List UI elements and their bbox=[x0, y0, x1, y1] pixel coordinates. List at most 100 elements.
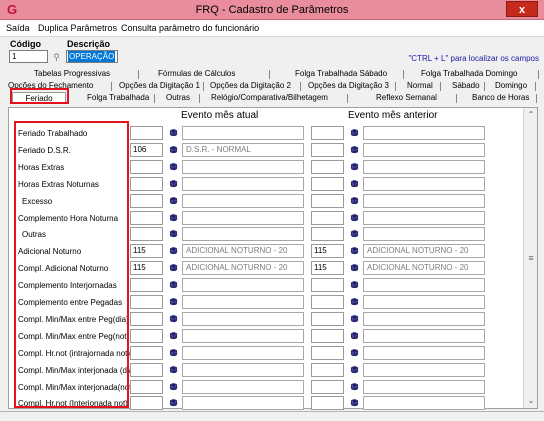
tab-opcoes-digitacao-1[interactable]: Opções da Digitação 1 bbox=[119, 80, 200, 92]
binoculars-icon[interactable]: ⛃ bbox=[349, 313, 360, 325]
previous-event-code[interactable] bbox=[311, 396, 344, 410]
tab-divider bbox=[395, 82, 396, 91]
close-button[interactable]: x bbox=[506, 1, 538, 17]
previous-event-code[interactable] bbox=[311, 126, 344, 140]
tab-folga-sabado[interactable]: Folga Trabalhada Sábado bbox=[295, 68, 387, 80]
previous-event-code[interactable]: 115 bbox=[311, 244, 344, 258]
binoculars-icon[interactable]: ⛃ bbox=[349, 330, 360, 342]
binoculars-icon[interactable]: ⛃ bbox=[349, 144, 360, 156]
binoculars-icon[interactable]: ⛃ bbox=[349, 347, 360, 359]
binoculars-icon[interactable]: ⛃ bbox=[349, 397, 360, 409]
scroll-grip-icon[interactable]: ≡ bbox=[525, 248, 537, 268]
tab-folga-trabalhada[interactable]: Folga Trabalhada bbox=[87, 92, 149, 104]
code-field[interactable]: 1 bbox=[9, 50, 48, 63]
current-event-code[interactable]: 115 bbox=[130, 261, 163, 275]
current-event-code[interactable] bbox=[130, 227, 163, 241]
tab-formulas-calculos[interactable]: Fórmulas de Cálculos bbox=[158, 68, 235, 80]
previous-event-code[interactable] bbox=[311, 177, 344, 191]
binoculars-icon[interactable]: ⛃ bbox=[168, 127, 179, 139]
previous-event-code[interactable] bbox=[311, 312, 344, 326]
current-event-description bbox=[182, 211, 304, 225]
menu-saida[interactable]: Saída bbox=[6, 23, 30, 33]
binoculars-icon[interactable]: ⛃ bbox=[168, 228, 179, 240]
binoculars-icon[interactable]: ⛃ bbox=[168, 144, 179, 156]
tab-folga-domingo[interactable]: Folga Trabalhada Domingo bbox=[421, 68, 518, 80]
tab-normal[interactable]: Normal bbox=[407, 80, 433, 92]
binoculars-icon[interactable]: ⛃ bbox=[168, 245, 179, 257]
menu-duplica-parametros[interactable]: Duplica Parâmetros bbox=[38, 23, 117, 33]
binoculars-icon[interactable]: ⛃ bbox=[349, 296, 360, 308]
binoculars-icon[interactable]: ⛃ bbox=[168, 161, 179, 173]
binoculars-icon[interactable]: ⛃ bbox=[168, 178, 179, 190]
previous-event-code[interactable] bbox=[311, 143, 344, 157]
previous-event-code[interactable]: 115 bbox=[311, 261, 344, 275]
tab-divider bbox=[535, 82, 536, 91]
binoculars-icon[interactable]: ⛃ bbox=[349, 161, 360, 173]
binoculars-icon[interactable]: ⛃ bbox=[349, 381, 360, 393]
tab-relogio-comparativa[interactable]: Relógio/Comparativa/Bilhetagem bbox=[211, 92, 328, 104]
tab-opcoes-digitacao-3[interactable]: Opções da Digitação 3 bbox=[308, 80, 389, 92]
previous-event-code[interactable] bbox=[311, 363, 344, 377]
menu-consulta-parametro[interactable]: Consulta parâmetro do funcionário bbox=[121, 23, 259, 33]
vertical-scrollbar[interactable]: ⌃ ≡ ⌄ bbox=[523, 108, 537, 408]
binoculars-icon[interactable]: ⛃ bbox=[349, 228, 360, 240]
current-event-code[interactable] bbox=[130, 295, 163, 309]
current-event-code[interactable] bbox=[130, 211, 163, 225]
binoculars-icon[interactable]: ⛃ bbox=[349, 195, 360, 207]
binoculars-icon[interactable]: ⛃ bbox=[349, 364, 360, 376]
previous-event-code[interactable] bbox=[311, 346, 344, 360]
binoculars-icon[interactable]: ⛃ bbox=[168, 262, 179, 274]
binoculars-icon[interactable]: ⛃ bbox=[168, 330, 179, 342]
previous-event-code[interactable] bbox=[311, 278, 344, 292]
tab-opcoes-digitacao-2[interactable]: Opções da Digitação 2 bbox=[210, 80, 291, 92]
binoculars-icon[interactable]: ⛃ bbox=[349, 178, 360, 190]
previous-event-code[interactable] bbox=[311, 160, 344, 174]
current-event-code[interactable] bbox=[130, 126, 163, 140]
current-event-code[interactable] bbox=[130, 346, 163, 360]
current-event-code[interactable] bbox=[130, 278, 163, 292]
binoculars-icon[interactable]: ⛃ bbox=[168, 296, 179, 308]
search-icon[interactable]: ⚲ bbox=[50, 51, 63, 63]
tab-banco-horas[interactable]: Banco de Horas bbox=[472, 92, 529, 104]
current-event-code[interactable] bbox=[130, 177, 163, 191]
binoculars-icon[interactable]: ⛃ bbox=[168, 195, 179, 207]
scroll-down-icon[interactable]: ⌄ bbox=[524, 394, 538, 408]
previous-event-code[interactable] bbox=[311, 380, 344, 394]
binoculars-icon[interactable]: ⛃ bbox=[349, 212, 360, 224]
binoculars-icon[interactable]: ⛃ bbox=[168, 364, 179, 376]
current-event-code[interactable]: 115 bbox=[130, 244, 163, 258]
binoculars-icon[interactable]: ⛃ bbox=[349, 127, 360, 139]
binoculars-icon[interactable]: ⛃ bbox=[168, 381, 179, 393]
current-event-code[interactable] bbox=[130, 160, 163, 174]
binoculars-icon[interactable]: ⛃ bbox=[349, 279, 360, 291]
binoculars-icon[interactable]: ⛃ bbox=[168, 279, 179, 291]
previous-event-code[interactable] bbox=[311, 194, 344, 208]
tab-domingo[interactable]: Domingo bbox=[495, 80, 527, 92]
binoculars-icon[interactable]: ⛃ bbox=[168, 347, 179, 359]
current-event-code[interactable] bbox=[130, 312, 163, 326]
binoculars-icon[interactable]: ⛃ bbox=[349, 262, 360, 274]
binoculars-icon[interactable]: ⛃ bbox=[168, 397, 179, 409]
binoculars-icon[interactable]: ⛃ bbox=[349, 245, 360, 257]
previous-event-code[interactable] bbox=[311, 329, 344, 343]
tab-outras[interactable]: Outras bbox=[166, 92, 190, 104]
binoculars-icon[interactable]: ⛃ bbox=[168, 212, 179, 224]
current-event-code[interactable] bbox=[130, 396, 163, 410]
description-field[interactable]: OPERAÇÃO bbox=[66, 50, 118, 63]
tab-divider bbox=[300, 82, 301, 91]
current-event-code[interactable] bbox=[130, 380, 163, 394]
tab-reflexo-semanal[interactable]: Reflexo Semanal bbox=[376, 92, 437, 104]
current-event-code[interactable] bbox=[130, 329, 163, 343]
scroll-up-icon[interactable]: ⌃ bbox=[524, 108, 538, 122]
binoculars-icon[interactable]: ⛃ bbox=[168, 313, 179, 325]
previous-event-description bbox=[363, 211, 485, 225]
tab-tabelas-progressivas[interactable]: Tabelas Progressivas bbox=[34, 68, 110, 80]
tab-sabado[interactable]: Sábado bbox=[452, 80, 480, 92]
previous-event-code[interactable] bbox=[311, 211, 344, 225]
current-event-code[interactable] bbox=[130, 194, 163, 208]
current-event-code[interactable] bbox=[130, 363, 163, 377]
current-event-code[interactable]: 106 bbox=[130, 143, 163, 157]
previous-event-code[interactable] bbox=[311, 295, 344, 309]
previous-event-code[interactable] bbox=[311, 227, 344, 241]
previous-event-description bbox=[363, 396, 485, 410]
